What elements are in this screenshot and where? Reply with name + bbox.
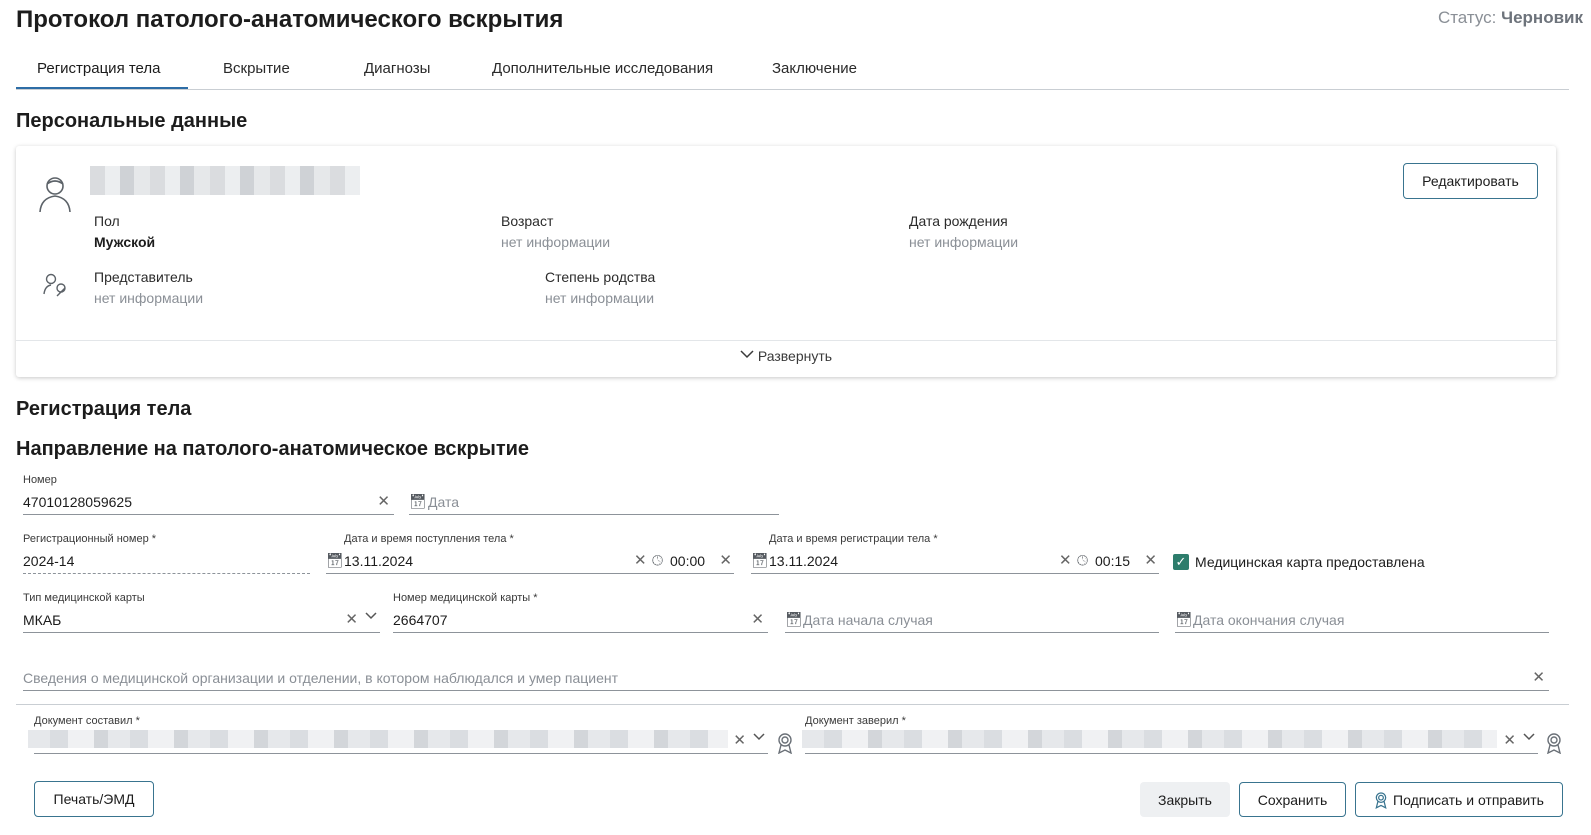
- arrival-time-value: 00:00: [670, 553, 706, 569]
- chevron-down-icon[interactable]: [1523, 728, 1535, 746]
- composed-by-select[interactable]: ✕: [28, 728, 768, 754]
- clear-icon[interactable]: ✕: [634, 553, 647, 568]
- card-divider: [16, 340, 1556, 341]
- tab-body-registration[interactable]: Регистрация тела: [37, 60, 161, 77]
- clear-icon[interactable]: ✕: [1059, 553, 1072, 568]
- signature-certificate-icon[interactable]: [1545, 732, 1563, 759]
- patient-name-redacted: [90, 166, 360, 195]
- kinship-value: нет информации: [545, 290, 655, 306]
- card-provided-label: Медицинская карта предоставлена: [1195, 554, 1425, 570]
- clock-icon: 🕓︎: [652, 552, 664, 568]
- case-end-date-input[interactable]: 📅︎ Дата окончания случая: [1175, 609, 1549, 633]
- representative-value: нет информации: [94, 290, 204, 306]
- gender-value: Мужской: [94, 234, 156, 250]
- reg-number-value: 2024-14: [23, 553, 75, 569]
- organization-info-input[interactable]: Сведения о медицинской организации и отд…: [23, 667, 1549, 691]
- card-type-label: Тип медицинской карты: [23, 592, 145, 604]
- representative-icon: [42, 272, 70, 303]
- chevron-down-icon[interactable]: [365, 607, 377, 625]
- direction-heading: Направление на патолого-анатомическое вс…: [16, 438, 530, 460]
- registration-label: Дата и время регистрации тела *: [769, 533, 938, 545]
- registration-datetime-input[interactable]: 📅︎ 13.11.2024 ✕ 🕓︎ 00:15 ✕: [751, 550, 1159, 574]
- personal-data-card: Редактировать Пол Мужской Возраст нет ин…: [16, 146, 1556, 377]
- tab-additional-research[interactable]: Дополнительные исследования: [492, 60, 713, 77]
- clear-icon[interactable]: ✕: [733, 733, 746, 748]
- status-label: Статус:: [1437, 8, 1497, 27]
- registration-time-value: 00:15: [1095, 553, 1131, 569]
- case-start-placeholder: Дата начала случая: [803, 612, 933, 628]
- calendar-icon: 📅︎: [785, 611, 803, 627]
- clear-icon[interactable]: ✕: [1144, 553, 1157, 568]
- certified-by-select[interactable]: ✕: [802, 728, 1538, 754]
- age-value: нет информации: [501, 234, 611, 250]
- representative-label: Представитель: [94, 269, 193, 285]
- direction-number-input[interactable]: 47010128059625 ✕: [23, 491, 394, 515]
- composed-by-value-redacted: [28, 730, 728, 748]
- print-emd-button[interactable]: Печать/ЭМД: [34, 781, 154, 817]
- card-provided-checkbox[interactable]: ✓: [1173, 554, 1189, 570]
- dob-label: Дата рождения: [909, 213, 1008, 229]
- arrival-label: Дата и время поступления тела *: [344, 533, 514, 545]
- reg-number-input[interactable]: 2024-14: [23, 550, 310, 574]
- card-number-label: Номер медицинской карты *: [393, 592, 538, 604]
- direction-date-placeholder: Дата: [428, 494, 460, 510]
- direction-number-label: Номер: [23, 474, 57, 486]
- card-type-value: МКАБ: [23, 612, 62, 628]
- calendar-icon: 📅︎: [326, 552, 344, 568]
- body-registration-heading: Регистрация тела: [16, 398, 192, 420]
- expand-label: Развернуть: [757, 348, 833, 364]
- direction-number-value: 47010128059625: [23, 494, 133, 510]
- section-divider: [16, 704, 1569, 705]
- sign-and-send-button[interactable]: Подписать и отправить: [1355, 782, 1563, 817]
- sign-and-send-label: Подписать и отправить: [1393, 791, 1544, 808]
- composed-by-label: Документ составил *: [34, 715, 140, 727]
- clear-icon[interactable]: ✕: [1532, 670, 1545, 685]
- close-button[interactable]: Закрыть: [1140, 782, 1230, 817]
- clear-icon[interactable]: ✕: [751, 612, 764, 627]
- reg-number-label: Регистрационный номер *: [23, 533, 157, 545]
- chevron-down-icon: [740, 346, 754, 362]
- case-end-placeholder: Дата окончания случая: [1193, 612, 1345, 628]
- dob-value: нет информации: [909, 234, 1019, 250]
- calendar-icon: 📅︎: [409, 493, 427, 509]
- arrival-date-value: 13.11.2024: [344, 553, 414, 569]
- calendar-icon: 📅︎: [751, 552, 769, 568]
- arrival-datetime-input[interactable]: 📅︎ 13.11.2024 ✕ 🕓︎ 00:00 ✕: [326, 550, 734, 574]
- kinship-label: Степень родства: [545, 269, 656, 285]
- direction-date-input[interactable]: 📅︎ Дата: [409, 491, 779, 515]
- clear-icon[interactable]: ✕: [377, 494, 390, 509]
- status-value: Черновик: [1501, 8, 1583, 27]
- card-type-select[interactable]: МКАБ ✕: [23, 609, 380, 633]
- registration-date-value: 13.11.2024: [769, 553, 839, 569]
- card-number-input[interactable]: 2664707 ✕: [393, 609, 768, 633]
- expand-toggle[interactable]: Развернуть: [16, 348, 1556, 364]
- clear-icon[interactable]: ✕: [1503, 733, 1516, 748]
- tabs-bar: Регистрация тела Вскрытие Диагнозы Допол…: [16, 56, 1569, 90]
- page-title: Протокол патолого-анатомического вскрыти…: [16, 6, 564, 33]
- save-button[interactable]: Сохранить: [1239, 782, 1346, 817]
- personal-data-heading: Персональные данные: [16, 110, 248, 132]
- case-start-date-input[interactable]: 📅︎ Дата начала случая: [785, 609, 1159, 633]
- card-number-value: 2664707: [393, 612, 448, 628]
- certified-by-label: Документ заверил *: [805, 715, 906, 727]
- active-tab-indicator: [16, 87, 188, 89]
- signature-certificate-icon[interactable]: [776, 732, 794, 759]
- clear-icon[interactable]: ✕: [345, 612, 358, 627]
- clock-icon: 🕓︎: [1077, 552, 1089, 568]
- tab-conclusion[interactable]: Заключение: [772, 60, 857, 77]
- signature-certificate-icon: [1374, 791, 1388, 809]
- patient-avatar-icon: [34, 172, 76, 219]
- tab-autopsy[interactable]: Вскрытие: [223, 60, 290, 77]
- certified-by-value-redacted: [802, 730, 1497, 748]
- gender-label: Пол: [94, 213, 120, 229]
- organization-info-placeholder: Сведения о медицинской организации и отд…: [23, 670, 619, 686]
- edit-button[interactable]: Редактировать: [1403, 163, 1538, 199]
- chevron-down-icon[interactable]: [753, 728, 765, 746]
- age-label: Возраст: [501, 213, 554, 229]
- calendar-icon: 📅︎: [1175, 611, 1193, 627]
- status-badge: Статус: Черновик: [1438, 8, 1583, 28]
- tab-diagnoses[interactable]: Диагнозы: [364, 60, 430, 77]
- clear-icon[interactable]: ✕: [719, 553, 732, 568]
